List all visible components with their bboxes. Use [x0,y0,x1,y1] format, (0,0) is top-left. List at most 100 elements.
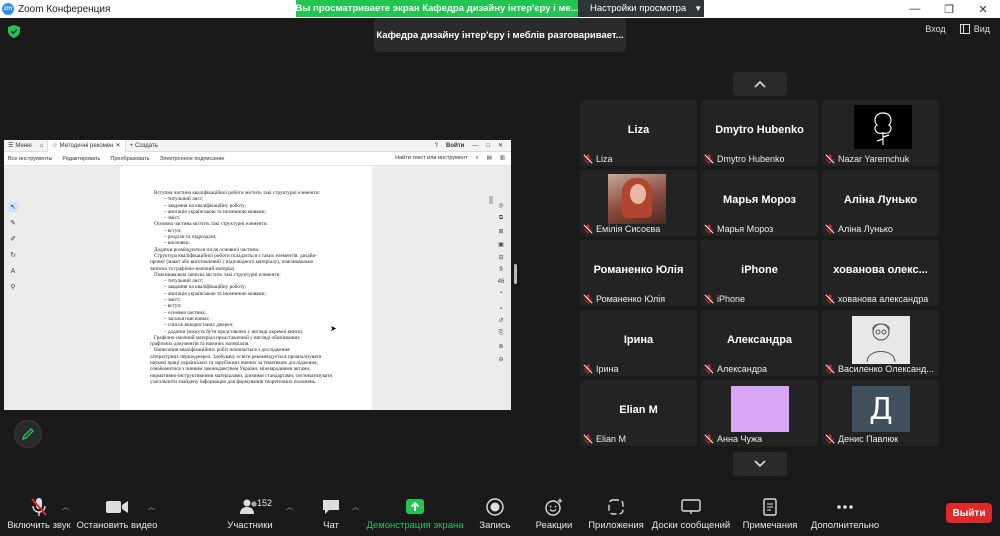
pdf-scroll-thumb[interactable] [489,196,493,204]
draw-tool-icon[interactable]: ↻ [8,250,18,260]
refresh-icon[interactable]: ↺ [498,317,503,324]
split-resize-handle[interactable] [514,264,517,284]
participant-name-bar: Аліна Лунько [825,224,937,234]
comment-tool-icon[interactable]: ✎ [8,218,18,228]
participant-tile[interactable]: Liza Liza [580,100,697,166]
layers-icon[interactable]: ▣ [498,241,504,248]
view-settings-label: Настройки просмотра [590,3,687,14]
leave-meeting-button[interactable]: Выйти [946,503,992,523]
pdf-document-tab[interactable]: ☆ Методичні рекомен ✕ [47,140,126,152]
share-screen-button[interactable]: Демонстрация экрана [366,496,464,531]
participant-avatar-image [731,386,789,432]
pdf-menu-tab[interactable]: ☰ Меню [4,142,36,150]
create-tab-button[interactable]: + Создать [126,143,162,149]
pdf-menu-esign[interactable]: Электронное подписание [159,156,224,162]
stamp-tool-icon[interactable]: ⚲ [8,282,18,292]
participant-tile[interactable]: Аліна Лунько Аліна Лунько [822,170,939,236]
participant-name-bar: хованова александра [825,294,937,304]
participant-tile[interactable]: Nazar Yaremchuk [822,100,939,166]
participant-tile[interactable]: Д Денис Павлюк [822,380,939,446]
mic-muted-icon [825,364,835,374]
shared-screen[interactable]: ☰ Меню ⌂ ☆ Методичні рекомен ✕ + Создать ? В… [4,140,511,410]
page-down-icon[interactable]: ⌄ [498,304,503,311]
pdf-text-line: нормативно-інструктивними матеріалами, д… [150,372,333,379]
pdf-document-tab-label: Методичні рекомен [59,142,114,149]
help-icon[interactable]: ? [435,143,438,149]
video-camera-icon [106,501,128,513]
participant-name-bar: Анна Чужа [704,434,816,444]
attach-icon[interactable]: ⊞ [498,228,503,235]
participant-name-bar: Liza [583,154,695,164]
participant-tile[interactable]: Романенко Юлія Романенко Юлія [580,240,697,306]
chat-button[interactable]: Чат [286,496,376,531]
highlight-tool-icon[interactable]: ✐ [8,234,18,244]
pdf-login-button[interactable]: Войти [446,143,464,149]
plus-icon: + [129,142,134,149]
gallery-next-button[interactable] [733,452,787,476]
fields-icon[interactable]: ⊟ [498,254,503,261]
participant-tile[interactable]: Марья Мороз Марья Мороз [701,170,818,236]
close-tab-icon[interactable]: ✕ [115,142,120,149]
participant-display-name: Liza [627,124,650,136]
participant-tile[interactable]: iPhone iPhone [701,240,818,306]
pdf-close[interactable]: ✕ [498,142,503,149]
maximize-button[interactable]: ❐ [932,0,966,18]
participant-tile[interactable]: Ірина Ірина [580,310,697,376]
pdf-menu-all-tools[interactable]: Все инструменты [8,156,52,162]
home-icon[interactable]: ⌂ [36,143,48,149]
video-options-chevron-icon[interactable]: ︿ [148,502,155,512]
participant-name: Денис Павлюк [838,434,899,444]
participants-label: Участники [227,520,273,531]
participants-button[interactable]: 152 Участники [205,496,295,531]
zoom-out-icon[interactable]: ⊖ [498,356,503,363]
pdf-maximize[interactable]: □ [486,143,490,149]
pdf-minimize[interactable]: — [472,143,478,149]
participant-name-bar: Василенко Олександ... [825,364,937,374]
pdf-menu-convert[interactable]: Преобразовать [110,156,149,162]
print-icon[interactable]: ▤ [487,155,492,162]
annotate-button[interactable] [14,420,42,448]
encryption-shield-icon[interactable] [8,25,20,38]
pdf-find-label[interactable]: Найти текст или инструмент [395,155,467,162]
more-button[interactable]: Дополнительно [800,496,890,531]
close-button[interactable]: ✕ [966,0,1000,18]
reactions-label: Реакции [535,520,573,531]
mic-muted-icon [583,364,593,374]
enter-button[interactable]: Вход [925,24,945,34]
top-right-controls: Вход Вид [925,24,990,34]
screen-share-banner: Вы просматриваете экран Кафедра дизайну … [296,0,578,17]
sidebar-toggle-icon[interactable]: ▥ [500,155,505,162]
bookmark-icon[interactable]: ⧉ [499,215,503,222]
audio-options-chevron-icon[interactable]: ︿ [62,502,69,512]
search-icon[interactable]: ⌕ [476,155,479,162]
participant-display-name: Александра [726,334,793,346]
copy-icon[interactable]: ⎘ [499,330,504,337]
page-number-box[interactable]: 9 [499,267,502,273]
create-tab-label: Создать [135,142,158,149]
participant-tile[interactable]: Elian M Elian M [580,380,697,446]
participant-tile[interactable]: Александра Александра [701,310,818,376]
chat-options-chevron-icon[interactable]: ︿ [352,502,359,512]
participant-tile[interactable]: Анна Чужа [701,380,818,446]
view-button[interactable]: Вид [959,24,990,34]
view-settings-button[interactable]: Настройки просмотра ▼ [578,0,704,17]
participant-tile[interactable]: Емілія Сисоєва [580,170,697,236]
active-speaker-tooltip: Кафедра дизайну інтер'єру і меблів разго… [374,18,626,52]
pdf-right-toolbar: ◎ ⧉ ⊞ ▣ ⊟ 9 46 ⌃ ⌄ ↺ ⎘ ⊕ ⊖ [495,202,507,363]
text-tool-icon[interactable]: A [8,266,18,276]
mic-muted-icon [583,224,593,234]
page-up-icon[interactable]: ⌃ [498,291,503,298]
participant-tile[interactable]: Dmytro Hubenko Dmytro Hubenko [701,100,818,166]
share-screen-icon [406,499,424,514]
pdf-menu-edit[interactable]: Редактировать [62,156,100,162]
zoom-in-icon[interactable]: ⊕ [498,343,503,350]
participant-name: Ірина [596,364,619,374]
participant-tile[interactable]: хованова олекс... хованова александра [822,240,939,306]
whiteboards-button[interactable]: Доски сообщений [646,496,736,531]
minimize-button[interactable]: — [898,0,932,18]
comment-panel-icon[interactable]: ◎ [498,202,503,209]
cursor-tool-icon[interactable]: ↖ [8,202,18,212]
participant-tile[interactable]: Василенко Олександ... [822,310,939,376]
window-title: Zoom Конференция [18,3,111,15]
gallery-prev-button[interactable] [733,72,787,96]
